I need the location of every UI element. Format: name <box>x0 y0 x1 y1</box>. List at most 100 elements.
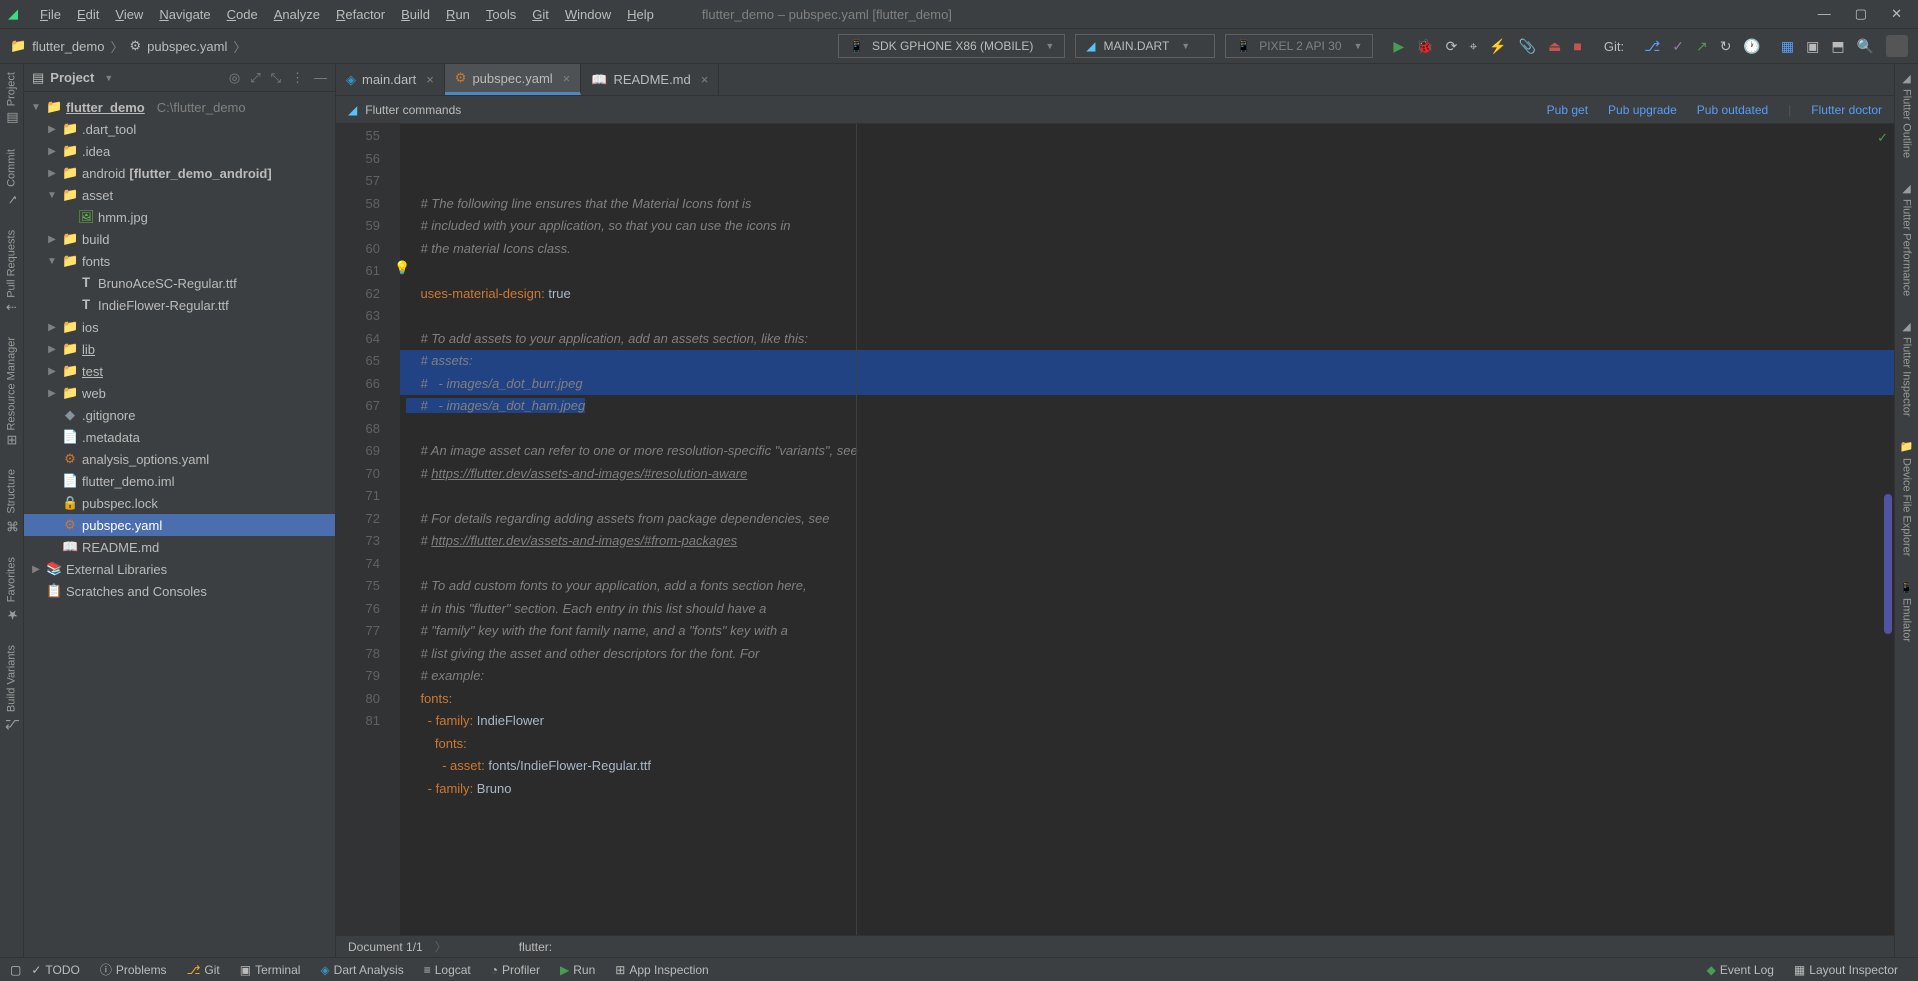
event-log-tab[interactable]: ◆Event Log <box>1697 963 1784 977</box>
layout-inspector-tab[interactable]: ▦Layout Inspector <box>1784 963 1908 977</box>
tree-item-indieflower-regular-ttf[interactable]: 𝐓IndieFlower-Regular.ttf <box>24 294 335 316</box>
tab-readme[interactable]: 📖 README.md × <box>581 64 719 95</box>
code-line-77[interactable]: fonts: <box>400 688 1894 711</box>
todo-tab[interactable]: ✓TODO <box>21 963 90 977</box>
right-tab-emulator[interactable]: 📱Emulator <box>1900 581 1913 642</box>
git-tab[interactable]: ⎇Git <box>177 963 230 977</box>
left-tab-commit[interactable]: ✓Commit <box>4 149 19 206</box>
run-tab[interactable]: ▶Run <box>550 963 605 977</box>
tree-item-analysis-options-yaml[interactable]: ⚙analysis_options.yaml <box>24 448 335 470</box>
code-line-58[interactable] <box>400 260 1894 283</box>
chevron-down-icon[interactable]: ▼ <box>104 73 113 83</box>
commit-icon[interactable]: ✓ <box>1672 38 1684 55</box>
breadcrumb-node[interactable]: flutter: <box>519 940 552 954</box>
chevron-right-icon[interactable]: ▶ <box>30 564 42 575</box>
chevron-down-icon[interactable]: ▼ <box>46 256 58 267</box>
menu-window[interactable]: Window <box>557 7 619 22</box>
scrollbar-thumb[interactable] <box>1884 494 1892 634</box>
menu-help[interactable]: Help <box>619 7 662 22</box>
code-line-79[interactable]: fonts: <box>400 733 1894 756</box>
settings-icon[interactable]: ⋮ <box>291 70 304 86</box>
code-line-67[interactable]: # https://flutter.dev/assets-and-images/… <box>400 463 1894 486</box>
inspection-ok-icon[interactable]: ✓ <box>1877 130 1888 146</box>
navigation-breadcrumb[interactable]: 📁 flutter_demo 〉 ⚙ pubspec.yaml 〉 <box>10 37 246 56</box>
left-tab-favorites[interactable]: ★Favorites <box>4 557 19 621</box>
code-line-61[interactable]: # To add assets to your application, add… <box>400 328 1894 351</box>
tab-main-dart[interactable]: ◈ main.dart × <box>336 64 445 95</box>
tree-item--idea[interactable]: ▶📁.idea <box>24 140 335 162</box>
code-line-73[interactable]: # in this "flutter" section. Each entry … <box>400 598 1894 621</box>
update-icon[interactable]: ↻ <box>1720 38 1732 55</box>
flutter-doctor-link[interactable]: Flutter doctor <box>1811 103 1882 117</box>
run-button[interactable]: ▶ <box>1393 38 1404 55</box>
code-line-62[interactable]: # assets: <box>400 350 1894 373</box>
code-line-64[interactable]: # - images/a_dot_ham.jpeg <box>400 395 1894 418</box>
stop-button[interactable]: ⏏ <box>1548 38 1561 55</box>
code-line-74[interactable]: # "family" key with the font family name… <box>400 620 1894 643</box>
code-line-70[interactable]: # https://flutter.dev/assets-and-images/… <box>400 530 1894 553</box>
tab-pubspec[interactable]: ⚙ pubspec.yaml × <box>445 64 581 95</box>
code-line-66[interactable]: # An image asset can refer to one or mor… <box>400 440 1894 463</box>
app-inspection-tab[interactable]: ⊞App Inspection <box>605 963 718 977</box>
menu-file[interactable]: File <box>32 7 69 22</box>
code-line-71[interactable] <box>400 553 1894 576</box>
menu-code[interactable]: Code <box>219 7 266 22</box>
code-content[interactable]: # The following line ensures that the Ma… <box>400 124 1894 935</box>
menu-edit[interactable]: Edit <box>69 7 107 22</box>
right-tab-flutter-performance[interactable]: ◢Flutter Performance <box>1900 182 1913 296</box>
run-config-selector[interactable]: ◢ MAIN.DART ▼ <box>1075 34 1215 58</box>
sdk-manager-icon[interactable]: ⬒ <box>1831 38 1844 55</box>
code-line-81[interactable]: - family: Bruno <box>400 778 1894 801</box>
profile-button[interactable]: ⌖ <box>1469 38 1477 55</box>
tree-item-web[interactable]: ▶📁web <box>24 382 335 404</box>
stop-button-2[interactable]: ■ <box>1573 38 1581 54</box>
code-line-72[interactable]: # To add custom fonts to your applicatio… <box>400 575 1894 598</box>
close-icon[interactable]: × <box>563 71 571 86</box>
code-line-69[interactable]: # For details regarding adding assets fr… <box>400 508 1894 531</box>
fold-column[interactable] <box>390 124 400 935</box>
chevron-right-icon[interactable]: ▶ <box>46 388 58 399</box>
line-gutter[interactable]: 5556575859606162636465666768697071727374… <box>336 124 390 935</box>
menu-refactor[interactable]: Refactor <box>328 7 393 22</box>
hot-reload-button[interactable]: ⚡ <box>1489 38 1506 55</box>
tree-item--dart-tool[interactable]: ▶📁.dart_tool <box>24 118 335 140</box>
device-manager-icon[interactable]: ▣ <box>1806 38 1819 55</box>
menu-run[interactable]: Run <box>438 7 478 22</box>
menu-git[interactable]: Git <box>524 7 557 22</box>
chevron-right-icon[interactable]: ▶ <box>46 234 58 245</box>
chevron-right-icon[interactable]: ▶ <box>46 146 58 157</box>
expand-icon[interactable]: ⤢ <box>250 70 260 86</box>
collapse-icon[interactable]: ⤡ <box>271 70 281 86</box>
code-line-75[interactable]: # list giving the asset and other descri… <box>400 643 1894 666</box>
target-selector[interactable]: 📱 PIXEL 2 API 30 ▼ <box>1225 34 1373 58</box>
grid-icon[interactable]: ▦ <box>1781 38 1794 55</box>
pub-get-link[interactable]: Pub get <box>1547 103 1588 117</box>
tree-item-asset[interactable]: ▼📁asset <box>24 184 335 206</box>
tree-item--gitignore[interactable]: ◆.gitignore <box>24 404 335 426</box>
tool-window-toggle[interactable]: ▢ <box>10 963 21 977</box>
menu-view[interactable]: View <box>107 7 151 22</box>
chevron-down-icon[interactable]: ▼ <box>30 102 42 113</box>
tree-item-lib[interactable]: ▶📁lib <box>24 338 335 360</box>
attach-button[interactable]: 📎 <box>1519 38 1536 55</box>
maximize-button[interactable]: ▢ <box>1855 6 1867 22</box>
tree-item-brunoacesc-regular-ttf[interactable]: 𝐓BrunoAceSC-Regular.ttf <box>24 272 335 294</box>
left-tab-project[interactable]: ▤Project <box>4 72 19 125</box>
chevron-right-icon[interactable]: ▶ <box>46 124 58 135</box>
code-line-65[interactable] <box>400 418 1894 441</box>
tree-item-hmm-jpg[interactable]: 🖼hmm.jpg <box>24 206 335 228</box>
problems-tab[interactable]: ⓘProblems <box>90 961 177 978</box>
debug-button[interactable]: 🐞 <box>1416 38 1433 55</box>
right-tab-flutter-inspector[interactable]: ◢Flutter Inspector <box>1900 320 1913 416</box>
dart-analysis-tab[interactable]: ◈Dart Analysis <box>310 963 413 977</box>
external-libraries[interactable]: ▶ 📚 External Libraries <box>24 558 335 580</box>
tree-item-readme-md[interactable]: 📖README.md <box>24 536 335 558</box>
breadcrumb-project[interactable]: flutter_demo <box>32 39 104 54</box>
history-icon[interactable]: 🕐 <box>1743 38 1760 55</box>
tree-item-pubspec-yaml[interactable]: ⚙pubspec.yaml <box>24 514 335 536</box>
profiler-tab[interactable]: ◔Profiler <box>481 963 550 977</box>
left-tab-build-variants[interactable]: ⎇Build Variants <box>4 645 19 731</box>
code-line-63[interactable]: # - images/a_dot_burr.jpeg <box>400 373 1894 396</box>
code-line-60[interactable] <box>400 305 1894 328</box>
left-tab-structure[interactable]: ⌘Structure <box>4 469 19 533</box>
